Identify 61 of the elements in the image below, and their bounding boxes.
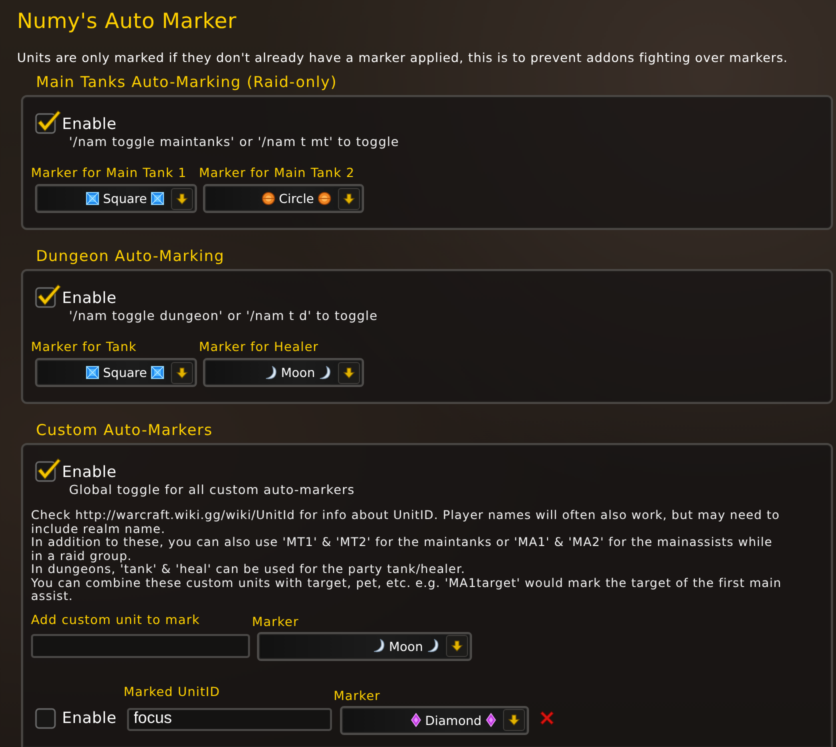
arrow-down-icon — [176, 366, 188, 378]
dropdown-label: Marker for Tank — [31, 339, 138, 355]
arrow-down-icon — [451, 640, 463, 652]
diamond-icon — [411, 713, 422, 727]
checkbox[interactable] — [35, 110, 61, 134]
arrow-down-icon — [508, 714, 520, 726]
marker-dropdown[interactable]: Square — [35, 358, 197, 387]
checkbox[interactable] — [35, 458, 61, 482]
hint-text: '/nam toggle maintanks' or '/nam t mt' to toggle — [69, 134, 400, 150]
section-title: Dungeon Auto-Marking — [36, 247, 226, 265]
checkbox-label: Enable — [62, 114, 117, 134]
square-icon — [86, 366, 99, 379]
crescent-icon — [427, 639, 439, 653]
help-text: Check http://warcraft.wiki.gg/wiki/UnitId for info about UnitID. Player names will often also work, but may need to include realm name. — [31, 509, 781, 536]
description-text: Units are only marked if they don't already have a marker applied, this is to prevent addons fighting over markers. — [17, 50, 789, 66]
help-text: In addition to these, you can also use 'MT1' & 'MT2' for the maintanks or 'MA1' & 'MA2' for the mainassists while in a raid group. — [31, 536, 774, 563]
dropdown-label: Marker for Healer — [199, 339, 320, 355]
dropdown-button[interactable] — [338, 362, 360, 384]
dropdown-label: Marker for Main Tank 1 — [31, 165, 188, 181]
dropdown-label: Marker for Main Tank 2 — [199, 165, 356, 181]
checkbox-label: Enable — [62, 462, 117, 482]
cross-icon[interactable] — [538, 710, 555, 726]
hint-text: Global toggle for all custom auto-markers — [69, 482, 356, 498]
checkbox[interactable] — [35, 284, 61, 308]
diamond-icon — [486, 713, 496, 727]
section-title: Main Tanks Auto-Marking (Raid-only) — [36, 73, 338, 91]
dropdown-label: Marker — [334, 688, 382, 704]
input-field[interactable]: focus — [126, 708, 332, 730]
dropdown-button[interactable] — [338, 188, 360, 210]
crescent-icon — [372, 639, 385, 653]
window-title: Numy's Auto Marker — [17, 8, 238, 34]
dropdown-button[interactable] — [171, 362, 193, 384]
marker-dropdown[interactable]: Moon — [257, 632, 472, 660]
dropdown-button[interactable] — [446, 635, 468, 657]
arrow-down-icon — [176, 192, 188, 204]
circle-icon — [318, 192, 331, 205]
crescent-icon — [264, 366, 277, 380]
marker-dropdown[interactable]: Diamond — [340, 706, 529, 734]
arrow-down-icon — [343, 192, 355, 204]
marker-dropdown[interactable]: Circle — [203, 184, 364, 213]
dropdown-button[interactable] — [502, 709, 525, 731]
square-icon — [151, 192, 164, 205]
help-text: In dungeons, 'tank' & 'heal' can be used for the party tank/healer. — [31, 563, 466, 576]
checkbox-label: Enable — [62, 288, 117, 308]
marker-dropdown[interactable]: Moon — [203, 358, 364, 387]
field-label: Marked UnitID — [124, 684, 222, 700]
field-label: Add custom unit to mark — [31, 612, 201, 628]
help-text: You can combine these custom units with target, pet, etc. e.g. 'MA1target' would mark the target of the first main assist. — [31, 576, 783, 604]
dropdown-button[interactable] — [171, 188, 193, 210]
square-icon — [151, 366, 164, 379]
dropdown-label: Marker — [252, 614, 300, 630]
circle-icon — [262, 192, 275, 205]
checkbox-label: Enable — [62, 708, 117, 728]
square-icon — [86, 192, 99, 205]
section-title: Custom Auto-Markers — [36, 421, 214, 439]
input-field[interactable] — [31, 634, 250, 658]
arrow-down-icon — [343, 366, 355, 378]
hint-text: '/nam toggle dungeon' or '/nam t d' to toggle — [69, 308, 379, 324]
crescent-icon — [319, 366, 331, 380]
checkbox[interactable] — [35, 708, 56, 728]
marker-dropdown[interactable]: Square — [35, 184, 197, 213]
